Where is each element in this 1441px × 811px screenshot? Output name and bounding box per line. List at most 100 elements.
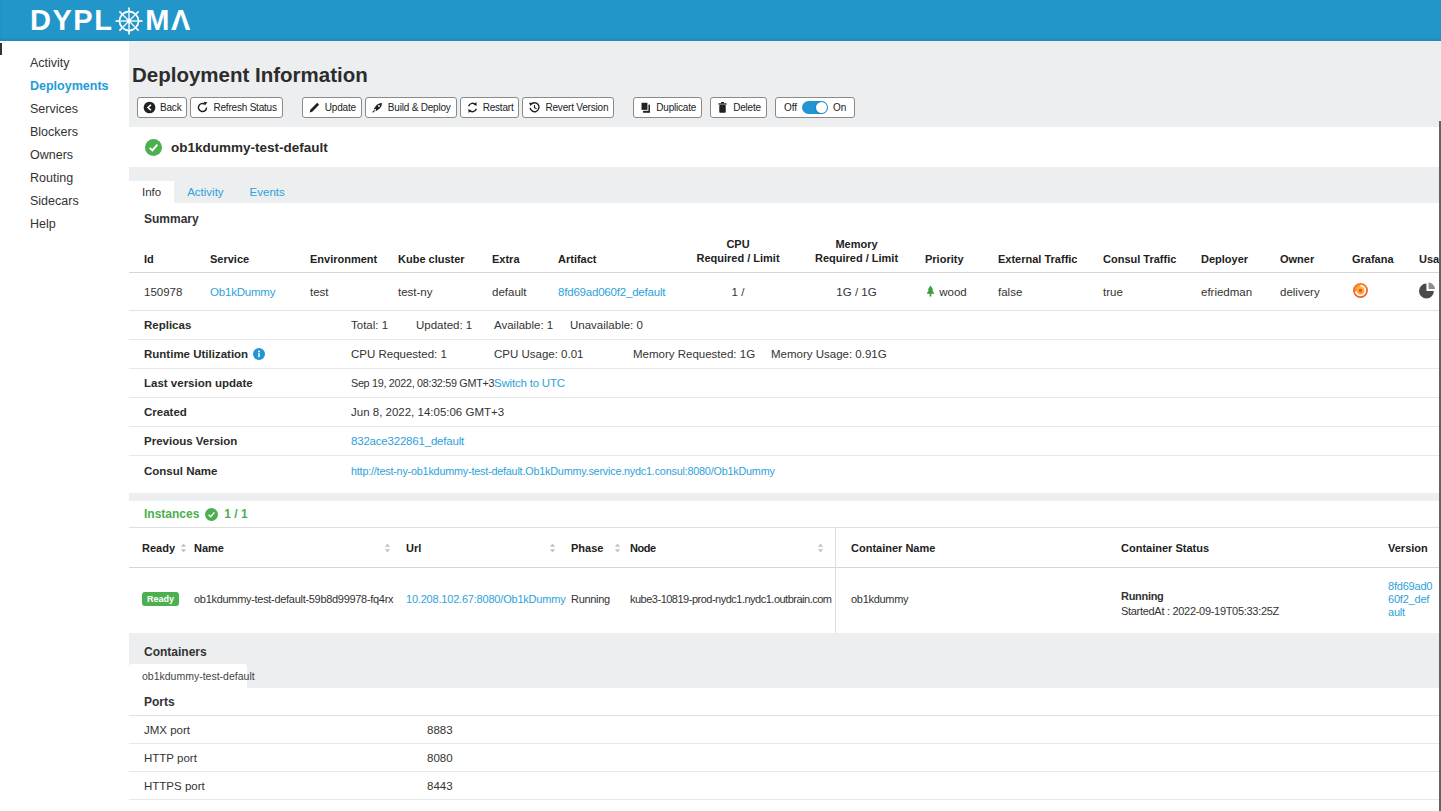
artifact-link[interactable]: 8fd69ad060f2_default: [558, 286, 665, 298]
containers-section-label: Containers: [129, 633, 1441, 659]
kube-cluster-value: test-ny: [398, 286, 492, 298]
tree-icon: [925, 285, 936, 298]
replicas-available: Available: 1: [494, 319, 570, 331]
grafana-icon[interactable]: [1352, 282, 1369, 299]
sidebar-item-deployments[interactable]: Deployments: [0, 74, 129, 97]
duplicate-button[interactable]: Duplicate: [633, 97, 702, 118]
toggle-off-label: Off: [784, 102, 797, 113]
http-port-row: HTTP port 8080: [129, 744, 1441, 772]
copy-icon: [639, 101, 652, 114]
sort-icon[interactable]: [613, 542, 622, 554]
jmx-port-value: 8883: [427, 724, 453, 736]
pencil-icon: [308, 101, 321, 114]
back-button[interactable]: Back: [137, 97, 187, 118]
consul-name-link[interactable]: http://test-ny-ob1kdummy-test-default.Ob…: [351, 465, 775, 477]
sidebar-item-services[interactable]: Services: [0, 97, 129, 120]
toggle-knob: [816, 102, 827, 113]
instances-table-header: Ready Name Url Phase Node Container Name…: [129, 528, 1441, 568]
jmx-port-row: JMX port 8883: [129, 716, 1441, 744]
summary-card: Summary Id Service Environment Kube clus…: [129, 203, 1441, 493]
sidebar-item-routing[interactable]: Routing: [0, 166, 129, 189]
summary-table-row: 150978 Ob1kDummy test test-ny default 8f…: [129, 273, 1441, 311]
https-port-row: HTTPS port 8443: [129, 772, 1441, 800]
sort-icon[interactable]: [179, 542, 188, 554]
toggle-switch[interactable]: [802, 101, 828, 114]
ports-section-label: Ports: [129, 688, 1441, 716]
deployment-name: ob1kdummy-test-default: [171, 140, 328, 155]
memory-requested: Memory Requested: 1G: [633, 348, 771, 360]
last-version-update-row: Last version update Sep 19, 2022, 08:32:…: [129, 369, 1441, 398]
logo-text-right: MΛ: [145, 6, 192, 35]
ready-badge: Ready: [142, 592, 179, 606]
tab-info[interactable]: Info: [129, 181, 174, 203]
runtime-utilization-row: Runtime Utilization CPU Requested: 1 CPU…: [129, 340, 1441, 369]
sidebar-scrollbar[interactable]: [0, 43, 2, 55]
previous-version-link[interactable]: 832ace322861_default: [351, 435, 464, 447]
created-value: Jun 8, 2022, 14:05:06 GMT+3: [351, 406, 504, 418]
service-link[interactable]: Ob1kDummy: [210, 286, 275, 298]
delete-button[interactable]: Delete: [710, 97, 767, 118]
tab-events[interactable]: Events: [237, 181, 298, 203]
external-traffic-value: false: [998, 286, 1103, 298]
sidebar-item-sidecars[interactable]: Sidecars: [0, 189, 129, 212]
sort-icon[interactable]: [383, 542, 392, 554]
sidebar-item-owners[interactable]: Owners: [0, 143, 129, 166]
history-icon: [528, 101, 541, 114]
memory-required-limit: 1G / 1G: [794, 286, 925, 298]
instance-node: kube3-10819-prod-nydc1.nydc1.outbrain.co…: [630, 593, 837, 605]
deployment-name-card: ob1kdummy-test-default: [129, 127, 1441, 167]
sort-icon[interactable]: [816, 542, 825, 554]
top-header-bar: DYPL MΛ: [0, 0, 1441, 41]
build-deploy-button[interactable]: Build & Deploy: [365, 97, 457, 118]
deployment-id: 150978: [144, 286, 210, 298]
last-version-update-value: Sep 19, 2022, 08:32:59 GMT+3: [351, 377, 494, 389]
rocket-icon: [371, 101, 384, 114]
instance-row: Ready ob1kdummy-test-default-59b8d99978-…: [129, 568, 1441, 630]
refresh-status-button[interactable]: Refresh Status: [190, 97, 282, 118]
restart-button[interactable]: Restart: [460, 97, 520, 118]
main-content: Deployment Information Back Refresh Stat…: [129, 41, 1441, 811]
sidebar-item-help[interactable]: Help: [0, 212, 129, 235]
tab-bar: Info Activity Events: [129, 181, 1441, 203]
owner-value: delivery: [1280, 286, 1352, 298]
revert-version-button[interactable]: Revert Version: [522, 97, 614, 118]
trash-icon: [716, 101, 729, 114]
instance-name: ob1kdummy-test-default-59b8d99978-fq4rx: [194, 593, 406, 605]
logo-text-left: DYPL: [30, 6, 113, 35]
switch-to-utc-link[interactable]: Switch to UTC: [494, 377, 565, 389]
tab-activity[interactable]: Activity: [174, 181, 236, 203]
deployer-value: efriedman: [1201, 286, 1280, 298]
extra-value: default: [492, 286, 558, 298]
summary-section-label: Summary: [129, 203, 1441, 233]
instance-version-link[interactable]: 8fd69ad060f2_default: [1388, 580, 1434, 619]
container-tab[interactable]: ob1kdummy-test-default: [129, 664, 247, 688]
instances-header: Instances 1 / 1: [129, 501, 1441, 528]
info-icon[interactable]: [253, 348, 265, 360]
containers-section: Containers ob1kdummy-test-default: [129, 633, 1441, 688]
instances-card: Instances 1 / 1 Ready Name Url Phase Nod…: [129, 501, 1441, 633]
cpu-usage: CPU Usage: 0.01: [494, 348, 633, 360]
update-button[interactable]: Update: [302, 97, 362, 118]
sidebar-item-activity[interactable]: Activity: [0, 51, 129, 74]
https-port-value: 8443: [427, 780, 453, 792]
usage-pie-icon[interactable]: [1419, 282, 1436, 299]
replicas-row: Replicas Total: 1 Updated: 1 Available: …: [129, 311, 1441, 340]
cpu-required-limit: 1 /: [688, 286, 794, 298]
sidebar-item-blockers[interactable]: Blockers: [0, 120, 129, 143]
instance-phase: Running: [571, 593, 630, 605]
replicas-total: Total: 1: [351, 319, 416, 331]
environment-value: test: [310, 286, 398, 298]
dyploma-logo[interactable]: DYPL MΛ: [30, 6, 192, 36]
toolbar: Back Refresh Status Update Build & Deplo…: [137, 97, 1441, 118]
off-on-toggle[interactable]: Off On: [775, 97, 856, 118]
instances-title: Instances: [144, 507, 199, 521]
status-check-icon: [145, 139, 162, 156]
consul-name-row: Consul Name http://test-ny-ob1kdummy-tes…: [129, 456, 1441, 485]
kubernetes-wheel-icon: [114, 6, 144, 36]
refresh-icon: [196, 101, 209, 114]
sort-icon[interactable]: [548, 542, 557, 554]
instances-count: 1 / 1: [224, 507, 247, 521]
http-port-value: 8080: [427, 752, 453, 764]
consul-traffic-value: true: [1103, 286, 1201, 298]
instance-url-link[interactable]: 10.208.102.67:8080/Ob1kDummy: [406, 593, 566, 605]
